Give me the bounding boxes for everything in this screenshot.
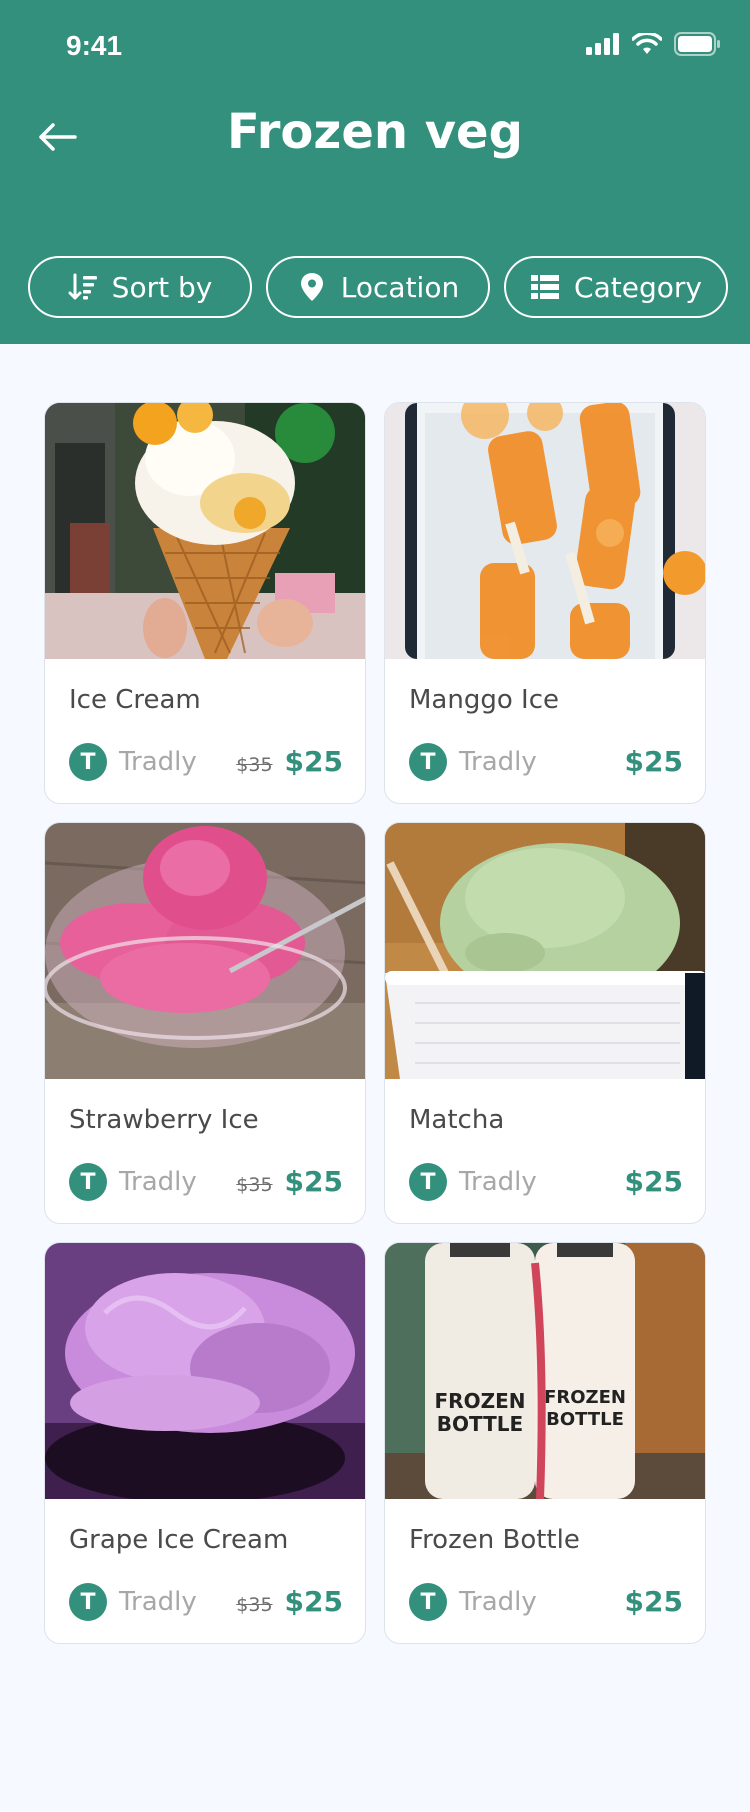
seller-info: T Tradly: [69, 743, 197, 781]
category-list-icon: [530, 272, 560, 302]
status-time: 9:41: [66, 30, 123, 61]
current-price: $25: [284, 1165, 343, 1198]
bottle-label-top-2: FROZEN: [544, 1387, 626, 1408]
seller-info: T Tradly: [409, 1583, 537, 1621]
seller-avatar: T: [409, 1583, 447, 1621]
product-card[interactable]: FROZEN BOTTLE FROZEN BOTTLE Frozen Bottl…: [384, 1242, 706, 1644]
seller-info: T Tradly: [409, 1163, 537, 1201]
location-button[interactable]: Location: [266, 256, 490, 318]
product-name: Matcha: [409, 1105, 505, 1135]
seller-avatar: T: [409, 1163, 447, 1201]
product-card[interactable]: Grape Ice Cream T Tradly $35 $25: [44, 1242, 366, 1644]
seller-info: T Tradly: [409, 743, 537, 781]
filter-bar: Sort by Location Category: [28, 256, 728, 318]
original-price: $35: [236, 1174, 273, 1196]
product-name: Grape Ice Cream: [69, 1525, 289, 1555]
price-group: $25: [613, 1165, 683, 1198]
signal-icon: [586, 33, 619, 55]
page-title: Frozen veg: [227, 104, 523, 160]
seller-avatar: T: [409, 743, 447, 781]
current-price: $25: [284, 745, 343, 778]
wifi-icon: [632, 33, 662, 54]
app-header: 9:41 Frozen veg Sort by Location Categor…: [0, 0, 750, 344]
category-button[interactable]: Category: [504, 256, 728, 318]
seller-avatar: T: [69, 1583, 107, 1621]
sort-icon: [68, 272, 98, 302]
sort-by-button[interactable]: Sort by: [28, 256, 252, 318]
product-name: Frozen Bottle: [409, 1525, 580, 1555]
status-bar-icons: [586, 32, 720, 56]
category-label: Category: [574, 270, 702, 304]
bottle-label-top: FROZEN: [435, 1389, 526, 1413]
bottle-label-bottom-2: BOTTLE: [546, 1409, 624, 1430]
seller-info: T Tradly: [69, 1583, 197, 1621]
product-card[interactable]: Strawberry Ice T Tradly $35 $25: [44, 822, 366, 1224]
price-group: $35 $25: [236, 745, 343, 778]
current-price: $25: [624, 745, 683, 778]
bottle-label-bottom: BOTTLE: [437, 1412, 523, 1436]
product-grid: Ice Cream T Tradly $35 $25 Manggo Ice T …: [44, 402, 706, 1644]
product-card[interactable]: Ice Cream T Tradly $35 $25: [44, 402, 366, 804]
seller-name: Tradly: [119, 1587, 197, 1617]
battery-icon: [674, 32, 720, 56]
seller-name: Tradly: [459, 1587, 537, 1617]
seller-info: T Tradly: [69, 1163, 197, 1201]
product-image-matcha: [385, 823, 705, 1079]
seller-name: Tradly: [119, 747, 197, 777]
product-image-ice-cream: [45, 403, 365, 659]
product-image-frozen-bottle: FROZEN BOTTLE FROZEN BOTTLE: [385, 1243, 705, 1499]
product-name: Manggo Ice: [409, 685, 559, 715]
original-price: $35: [236, 1594, 273, 1616]
location-pin-icon: [297, 272, 327, 302]
seller-avatar: T: [69, 743, 107, 781]
price-group: $25: [613, 745, 683, 778]
product-image-manggo-ice: [385, 403, 705, 659]
current-price: $25: [624, 1585, 683, 1618]
current-price: $25: [284, 1585, 343, 1618]
product-name: Ice Cream: [69, 685, 201, 715]
sort-by-label: Sort by: [111, 270, 213, 304]
location-label: Location: [340, 270, 460, 304]
original-price: $35: [236, 754, 273, 776]
product-card[interactable]: Matcha T Tradly $25: [384, 822, 706, 1224]
price-group: $35 $25: [236, 1585, 343, 1618]
seller-avatar: T: [69, 1163, 107, 1201]
product-card[interactable]: Manggo Ice T Tradly $25: [384, 402, 706, 804]
price-group: $25: [613, 1585, 683, 1618]
seller-name: Tradly: [459, 1167, 537, 1197]
product-image-grape-ice-cream: [45, 1243, 365, 1499]
current-price: $25: [624, 1165, 683, 1198]
seller-name: Tradly: [459, 747, 537, 777]
price-group: $35 $25: [236, 1165, 343, 1198]
seller-name: Tradly: [119, 1167, 197, 1197]
product-image-strawberry-ice: [45, 823, 365, 1079]
product-name: Strawberry Ice: [69, 1105, 259, 1135]
